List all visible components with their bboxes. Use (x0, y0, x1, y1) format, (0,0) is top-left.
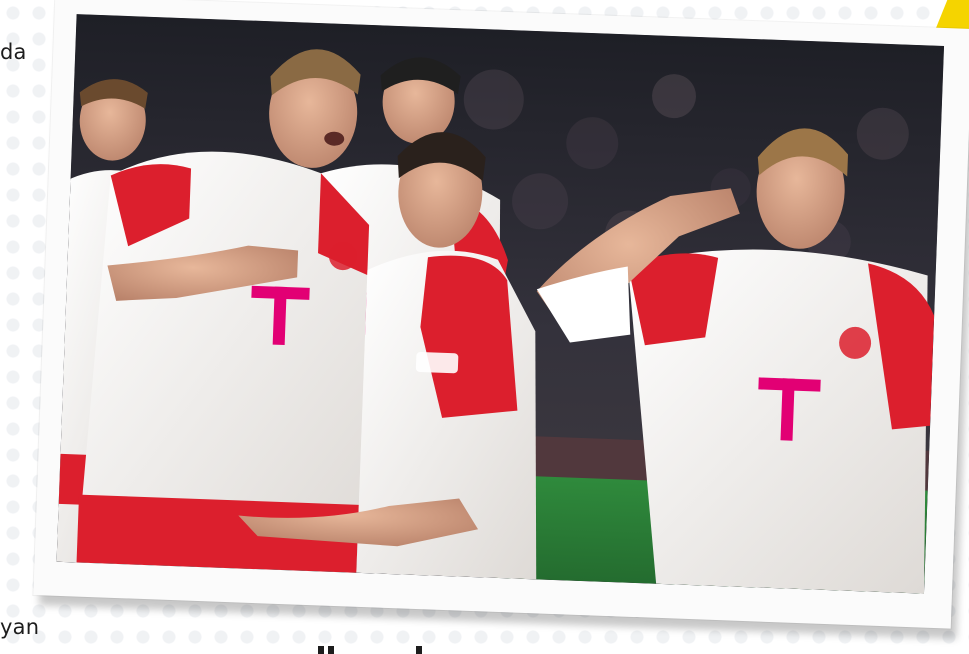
quote-marks-fragment (318, 646, 422, 654)
polaroid-frame: T (33, 0, 969, 629)
celebration-photo: T (56, 14, 945, 594)
side-text-bottom: yan (0, 615, 40, 639)
side-text-top: da (0, 40, 27, 64)
photo-illustration: T (56, 14, 945, 594)
